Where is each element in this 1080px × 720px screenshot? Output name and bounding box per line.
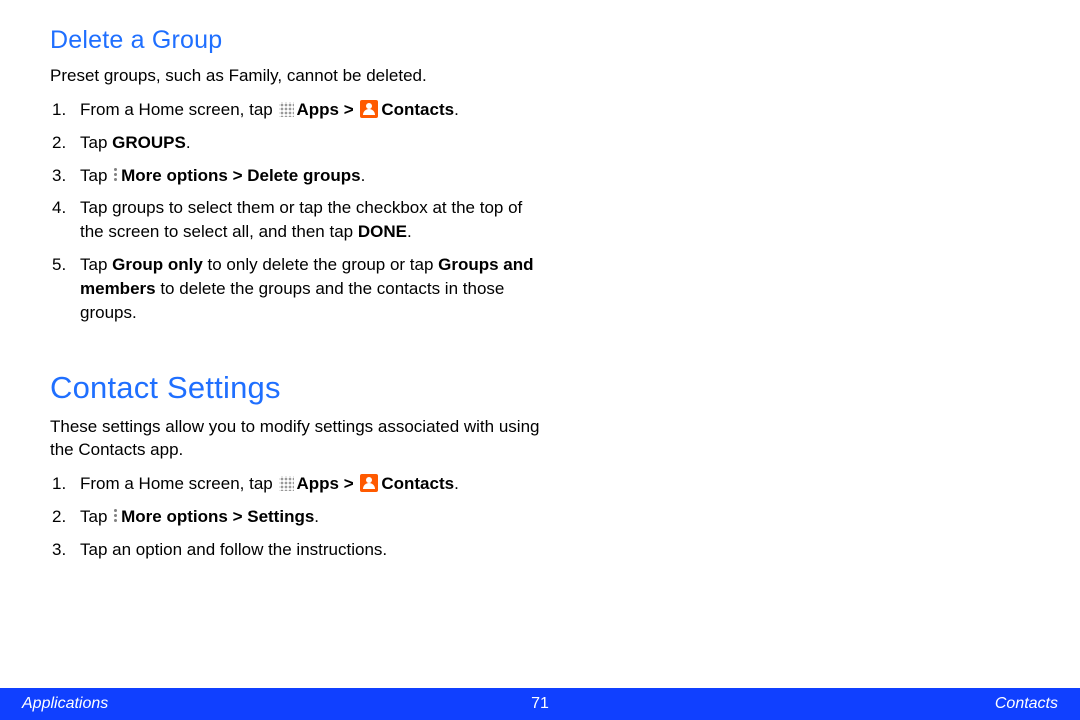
contacts-icon bbox=[360, 474, 378, 492]
delete-group-heading: Delete a Group bbox=[50, 26, 550, 55]
step-text: Tap bbox=[80, 166, 112, 185]
apps-label: Apps > bbox=[296, 474, 358, 493]
settings-step-3: Tap an option and follow the instruction… bbox=[50, 538, 550, 562]
contact-settings-steps: From a Home screen, tap Apps > Contacts.… bbox=[50, 472, 550, 561]
delete-group-intro: Preset groups, such as Family, cannot be… bbox=[50, 65, 550, 88]
delete-step-3: Tap More options > Delete groups. bbox=[50, 164, 550, 188]
contact-settings-heading: Contact Settings bbox=[50, 370, 550, 406]
period: . bbox=[314, 507, 319, 526]
settings-step-1: From a Home screen, tap Apps > Contacts. bbox=[50, 472, 550, 496]
document-page: Delete a Group Preset groups, such as Fa… bbox=[0, 0, 1080, 720]
delete-step-2: Tap GROUPS. bbox=[50, 131, 550, 155]
period: . bbox=[454, 474, 459, 493]
contact-settings-intro: These settings allow you to modify setti… bbox=[50, 416, 550, 462]
period: . bbox=[454, 100, 459, 119]
more-options-icon bbox=[112, 508, 120, 524]
more-options-path: More options > Settings bbox=[121, 507, 314, 526]
more-options-path: More options > Delete groups bbox=[121, 166, 360, 185]
content-column: Delete a Group Preset groups, such as Fa… bbox=[50, 26, 550, 562]
step-text: Tap an option and follow the instruction… bbox=[80, 540, 387, 559]
footer-page-number: 71 bbox=[0, 695, 1080, 713]
contacts-label: Contacts bbox=[381, 474, 454, 493]
step-text: Tap bbox=[80, 133, 112, 152]
step-text: Tap bbox=[80, 507, 112, 526]
contacts-label: Contacts bbox=[381, 100, 454, 119]
apps-label: Apps > bbox=[296, 100, 358, 119]
done-label: DONE bbox=[358, 222, 407, 241]
group-only-label: Group only bbox=[112, 255, 203, 274]
step-text: From a Home screen, tap bbox=[80, 100, 277, 119]
delete-group-steps: From a Home screen, tap Apps > Contacts.… bbox=[50, 98, 550, 324]
period: . bbox=[407, 222, 412, 241]
delete-step-1: From a Home screen, tap Apps > Contacts. bbox=[50, 98, 550, 122]
step-text: to only delete the group or tap bbox=[203, 255, 438, 274]
more-options-icon bbox=[112, 167, 120, 183]
page-footer: Applications 71 Contacts bbox=[0, 688, 1080, 720]
step-text: From a Home screen, tap bbox=[80, 474, 277, 493]
contacts-icon bbox=[360, 100, 378, 118]
delete-step-5: Tap Group only to only delete the group … bbox=[50, 253, 550, 324]
settings-step-2: Tap More options > Settings. bbox=[50, 505, 550, 529]
period: . bbox=[186, 133, 191, 152]
apps-icon bbox=[279, 102, 294, 117]
groups-label: GROUPS bbox=[112, 133, 186, 152]
delete-step-4: Tap groups to select them or tap the che… bbox=[50, 196, 550, 244]
apps-icon bbox=[279, 476, 294, 491]
step-text: Tap bbox=[80, 255, 112, 274]
step-text: Tap groups to select them or tap the che… bbox=[80, 198, 522, 241]
period: . bbox=[361, 166, 366, 185]
